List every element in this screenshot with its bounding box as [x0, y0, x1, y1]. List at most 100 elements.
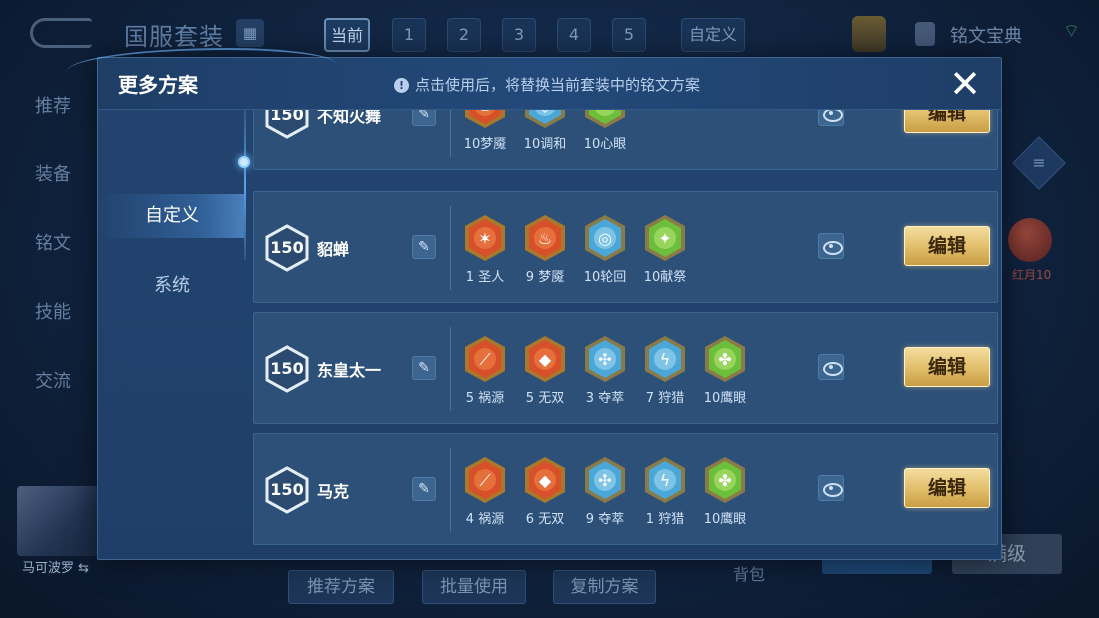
svg-text:⟋: ⟋	[479, 471, 491, 490]
preview-eye-icon[interactable]	[818, 233, 844, 259]
rune-slot[interactable]: ✤ 10鹰眼	[699, 456, 751, 527]
rune-label: 10梦魇	[463, 137, 507, 152]
level-badge: 150	[264, 345, 310, 393]
preset-name: 马克	[317, 482, 350, 501]
tab-3[interactable]: 3	[502, 18, 536, 52]
rename-pencil-icon[interactable]: ✎	[412, 356, 436, 380]
rune-slot[interactable]: ✶ 1 圣人	[459, 214, 511, 285]
preset-card[interactable]: 150 貂蝉 ✎ 编辑 ✶ 1 圣人 ♨ 9 梦魇 ◎ 10轮回 ✦ 10献祭	[253, 191, 998, 303]
modal-side-tabs: 自定义 系统	[98, 110, 246, 560]
tab-2[interactable]: 2	[447, 18, 481, 52]
preview-eye-icon[interactable]	[818, 354, 844, 380]
tab-5[interactable]: 5	[612, 18, 646, 52]
rune-slot[interactable]: ✣ 3 夺萃	[579, 335, 631, 406]
rune-slot[interactable]: ϟ 1 狩猎	[639, 456, 691, 527]
backpack-label[interactable]: 背包	[733, 561, 765, 585]
hero-portrait[interactable]	[17, 486, 99, 556]
rune-slot[interactable]: ✦ 10献祭	[639, 214, 691, 285]
rename-pencil-icon[interactable]: ✎	[412, 235, 436, 259]
tab-custom[interactable]: 自定义	[681, 18, 745, 52]
trophy-icon[interactable]	[852, 16, 886, 52]
rune-label: 7 狩猎	[645, 391, 685, 406]
diamond-icon: ◆	[525, 457, 565, 503]
claw-icon: ⟋	[465, 457, 505, 503]
preview-eye-icon[interactable]	[818, 110, 844, 126]
preset-list[interactable]: 150 不知火舞 ✎ 编辑 ♨ 10梦魇 ◈ 10调和	[253, 110, 998, 560]
svg-text:♨: ♨	[538, 229, 552, 248]
copy-plan-button[interactable]: 复制方案	[553, 570, 656, 604]
svg-text:♨: ♨	[478, 110, 492, 115]
drop-icon: ◈	[525, 110, 565, 128]
rune-slot[interactable]: ◎ 10轮回	[579, 214, 631, 285]
preset-card[interactable]: 150 马克 ✎ 编辑 ⟋ 4 祸源 ◆ 6 无双 ✣ 9 夺萃 ϟ 1 狩猎 …	[253, 433, 998, 545]
rune-slot[interactable]: ✦ 10心眼	[579, 110, 631, 152]
rune-dex-button[interactable]: 铭文宝典	[950, 22, 1022, 48]
level-number: 150	[270, 238, 304, 257]
tab-1[interactable]: 1	[392, 18, 426, 52]
card-divider	[450, 206, 451, 290]
rune-slot[interactable]: ✤ 10鹰眼	[699, 335, 751, 406]
side-nav-community[interactable]: 交流	[35, 367, 71, 393]
rune-slot[interactable]: ϟ 7 狩猎	[639, 335, 691, 406]
bolt-icon: ϟ	[645, 457, 685, 503]
modal-header: 更多方案 ! 点击使用后，将替换当前套装中的铭文方案 ✕	[66, 48, 1001, 110]
level-badge: 150	[264, 224, 310, 272]
rune-label: 10调和	[523, 137, 567, 152]
svg-text:ϟ: ϟ	[660, 471, 671, 490]
svg-text:✤: ✤	[718, 471, 731, 490]
knot-icon: ✣	[585, 457, 625, 503]
card-divider	[450, 327, 451, 411]
active-tab-indicator	[238, 156, 250, 168]
tab-custom-presets[interactable]: 自定义	[98, 194, 246, 238]
rune-label: 10献祭	[643, 270, 687, 285]
edit-button[interactable]: 编辑	[904, 347, 990, 387]
rune-slot[interactable]: ⟋ 5 祸源	[459, 335, 511, 406]
rune-slot[interactable]: ◈ 10调和	[519, 110, 571, 152]
side-nav-recommend[interactable]: 推荐	[35, 92, 71, 118]
edit-button[interactable]: 编辑	[904, 110, 990, 133]
clover-icon: ✤	[705, 336, 745, 382]
level-number: 150	[270, 359, 304, 378]
leaf-icon: ✦	[645, 215, 685, 261]
rename-pencil-icon[interactable]: ✎	[412, 110, 436, 126]
rune-label: 4 祸源	[465, 512, 505, 527]
preset-card[interactable]: 150 不知火舞 ✎ 编辑 ♨ 10梦魇 ◈ 10调和	[253, 110, 998, 170]
side-nav-skills[interactable]: 技能	[35, 298, 71, 324]
rune-slot[interactable]: ✣ 9 夺萃	[579, 456, 631, 527]
preset-card[interactable]: 150 东皇太一 ✎ 编辑 ⟋ 5 祸源 ◆ 5 无双 ✣ 3 夺萃 ϟ 7 狩…	[253, 312, 998, 424]
rune-gem-icon	[1008, 218, 1052, 262]
claw-icon: ⟋	[465, 336, 505, 382]
book-icon	[915, 22, 935, 46]
leaf-icon: ✦	[585, 110, 625, 128]
tab-current[interactable]: 当前	[324, 18, 370, 52]
bolt-icon: ϟ	[645, 336, 685, 382]
grid-icon[interactable]: ▦	[236, 19, 264, 47]
svg-text:✣: ✣	[598, 471, 611, 490]
level-badge: 150	[264, 110, 310, 139]
preview-eye-icon[interactable]	[818, 475, 844, 501]
flame-icon: ♨	[465, 110, 505, 128]
rune-slot[interactable]: ◆ 6 无双	[519, 456, 571, 527]
side-nav-runes[interactable]: 铭文	[35, 229, 71, 255]
svg-text:◎: ◎	[598, 229, 612, 248]
back-arrow-icon[interactable]	[30, 18, 92, 48]
rune-slot[interactable]: ⟋ 4 祸源	[459, 456, 511, 527]
tab-4[interactable]: 4	[557, 18, 591, 52]
svg-text:⟋: ⟋	[479, 350, 491, 369]
rune-label: 5 无双	[525, 391, 565, 406]
side-nav-equipment[interactable]: 装备	[35, 160, 71, 186]
close-button[interactable]: ✕	[946, 65, 984, 104]
menu-icon[interactable]: ≡	[1012, 136, 1066, 190]
level-badge: 150	[264, 466, 310, 514]
edit-button[interactable]: 编辑	[904, 468, 990, 508]
rune-slot[interactable]: ♨ 9 梦魇	[519, 214, 571, 285]
recommend-plan-button[interactable]: 推荐方案	[288, 570, 394, 604]
batch-use-button[interactable]: 批量使用	[422, 570, 526, 604]
rune-slot[interactable]: ◆ 5 无双	[519, 335, 571, 406]
flame-icon: ♨	[525, 215, 565, 261]
edit-button[interactable]: 编辑	[904, 226, 990, 266]
rune-label: 5 祸源	[465, 391, 505, 406]
rename-pencil-icon[interactable]: ✎	[412, 477, 436, 501]
rune-slot[interactable]: ♨ 10梦魇	[459, 110, 511, 152]
tab-system-presets[interactable]: 系统	[98, 264, 246, 308]
